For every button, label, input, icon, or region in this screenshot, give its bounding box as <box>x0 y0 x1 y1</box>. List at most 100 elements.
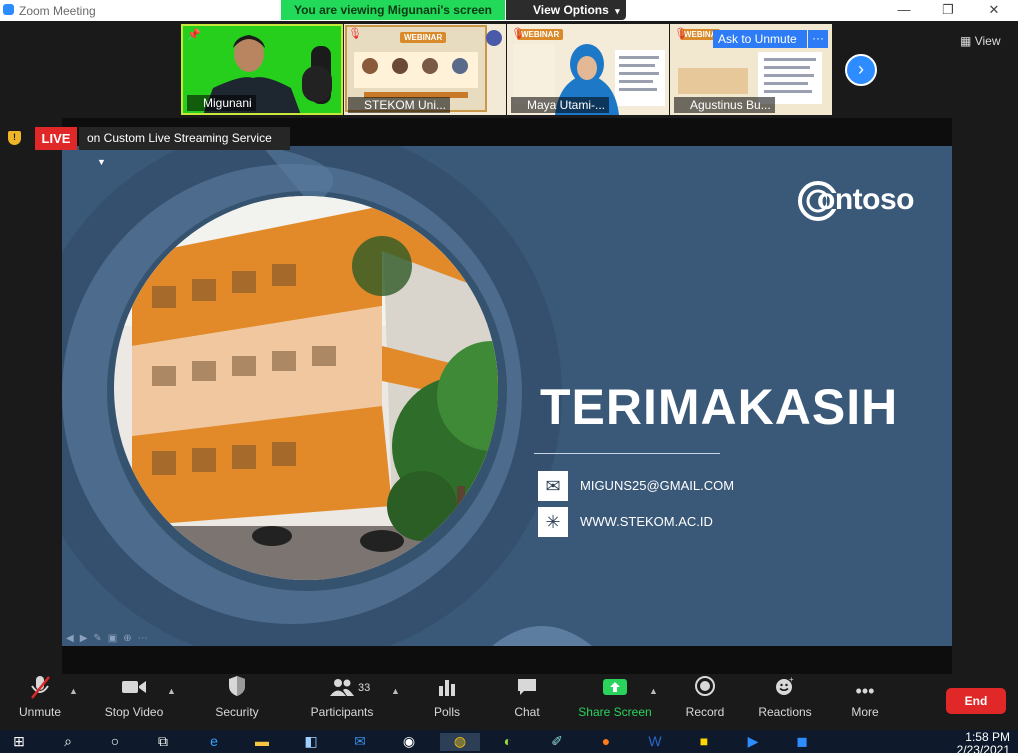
chevron-up-icon[interactable]: ▲ <box>649 686 658 696</box>
security-label: Security <box>215 705 259 719</box>
more-options-icon[interactable]: ··· <box>808 30 828 48</box>
task-view-icon[interactable]: ⧉ <box>152 733 174 751</box>
record-icon <box>682 674 728 704</box>
ellipsis-icon: ••• <box>855 681 875 701</box>
sticky-notes-icon[interactable]: ■ <box>693 733 715 751</box>
logo-text: ontoso <box>817 183 914 216</box>
bar-chart-icon <box>423 674 471 704</box>
restore-button[interactable]: ❐ <box>933 2 963 18</box>
minimize-button[interactable]: — <box>889 2 919 18</box>
unmute-button[interactable]: Unmute <box>10 674 70 730</box>
chevron-down-icon: ▼ <box>97 157 106 167</box>
slideshow-controls[interactable]: ◀▶✎▣⊕⋯ <box>66 633 154 644</box>
app-icon[interactable]: ✐ <box>546 733 568 751</box>
mail-icon: ✉ <box>538 471 568 501</box>
view-options-button[interactable]: View Options ▾ <box>506 0 626 20</box>
zoom-meeting-window: Zoom Meeting — ❐ ✕ You are viewing Migun… <box>0 0 1018 753</box>
chat-button[interactable]: Chat <box>505 674 549 730</box>
firefox-icon[interactable]: ● <box>595 733 617 751</box>
more-label: More <box>851 705 879 719</box>
search-icon[interactable]: ⌕ <box>57 733 79 751</box>
end-meeting-button[interactable]: End <box>946 688 1006 714</box>
participants-label: Participants <box>310 705 374 719</box>
email-text: MIGUNS25@GMAIL.COM <box>580 478 735 493</box>
smiley-icon: + <box>754 674 816 704</box>
contoso-logo: ontoso <box>797 179 927 223</box>
cortana-icon[interactable]: ○ <box>104 733 126 751</box>
app-icon[interactable]: ◐ <box>497 733 519 751</box>
chevron-down-icon: ▾ <box>615 6 620 16</box>
security-button[interactable]: Security <box>206 674 268 730</box>
ask-to-unmute-button[interactable]: Ask to Unmute <box>713 30 807 48</box>
stop-video-button[interactable]: Stop Video <box>100 674 168 730</box>
participant-tile[interactable]: WEBINAR 🎙 STEKOM Uni... <box>344 24 506 115</box>
live-badge: LIVE <box>35 127 77 150</box>
system-clock[interactable]: 1:58 PM 2/23/2021 <box>957 731 1010 753</box>
window-title: Zoom Meeting <box>19 4 96 18</box>
divider <box>534 453 720 454</box>
participant-tile[interactable]: WEBINAR 🎙 Maya Utami-... <box>507 24 669 115</box>
chevron-up-icon[interactable]: ▲ <box>391 686 400 696</box>
reactions-label: Reactions <box>758 705 812 719</box>
webinar-label: WEBINAR <box>400 32 447 43</box>
zoom-logo-icon <box>3 4 14 15</box>
view-label: View <box>974 34 1001 48</box>
polls-button[interactable]: Polls <box>423 674 471 730</box>
shield-icon <box>206 674 268 704</box>
video-app-icon[interactable]: ▶ <box>742 733 764 751</box>
live-service-label: on Custom Live Streaming Service <box>87 131 272 145</box>
view-button[interactable]: ▦ View <box>960 34 1000 48</box>
participant-tile[interactable]: 📌 Migunani <box>181 24 343 115</box>
chrome-icon[interactable]: ◍ <box>440 733 480 751</box>
chat-bubble-icon <box>505 674 549 704</box>
meeting-toolbar: Unmute ▲ Stop Video ▲ Security Participa… <box>0 674 1018 730</box>
clock-date: 2/23/2021 <box>956 743 1010 753</box>
close-button[interactable]: ✕ <box>979 2 1009 18</box>
video-camera-icon <box>100 674 168 704</box>
participant-name: Maya Utami-... <box>511 97 610 113</box>
mic-muted-icon: 🎙 <box>511 28 525 40</box>
network-icon: ✳ <box>538 507 568 537</box>
windows-taskbar: ⊞ ⌕ ○ ⧉ e ▬ ◧ ✉ ◉ ◍ ◐ ✐ ● W ■ ▶ ◼ 1:58 P… <box>0 730 1018 753</box>
next-page-arrow-icon[interactable]: › <box>845 54 877 86</box>
mic-muted-icon: 🎙 <box>674 28 688 40</box>
view-options-label: View Options <box>533 3 609 17</box>
live-service-dropdown[interactable]: on Custom Live Streaming Service ▼ <box>79 127 290 167</box>
mic-muted-icon: 🎙 <box>348 28 362 40</box>
store-icon[interactable]: ◧ <box>300 733 322 751</box>
letterbox-bottom <box>62 646 952 674</box>
zoom-app-icon[interactable]: ◼ <box>791 733 813 751</box>
more-button[interactable]: ••• More <box>843 674 887 730</box>
polls-label: Polls <box>433 705 460 719</box>
record-button[interactable]: Record <box>682 674 728 730</box>
participants-count: 33 <box>358 682 371 694</box>
reactions-button[interactable]: + Reactions <box>754 674 816 730</box>
slide-heading: TERIMAKASIH <box>540 379 899 435</box>
chevron-up-icon[interactable]: ▲ <box>69 686 78 696</box>
word-icon[interactable]: W <box>644 733 666 751</box>
stop-video-label: Stop Video <box>104 705 164 719</box>
file-explorer-icon[interactable]: ▬ <box>251 733 273 751</box>
edge-icon[interactable]: e <box>203 733 225 751</box>
shared-slide: ontoso TERIMAKASIH ✉ MIGUNS25@GMAIL.COM … <box>62 146 952 646</box>
participant-name: Agustinus Bu... <box>674 97 775 113</box>
svg-text:+: + <box>789 675 794 684</box>
participant-name: Migunani <box>187 95 256 111</box>
viewing-screen-banner: You are viewing Migunani's screen <box>281 0 505 20</box>
windows-start-icon[interactable]: ⊞ <box>8 733 30 751</box>
grid-icon: ▦ <box>960 34 972 48</box>
chat-label: Chat <box>514 705 540 719</box>
share-screen-icon <box>577 674 653 704</box>
website-text: WWW.STEKOM.AC.ID <box>580 514 713 529</box>
chevron-up-icon[interactable]: ▲ <box>167 686 176 696</box>
mic-muted-icon <box>10 674 70 704</box>
shield-icon[interactable]: ! <box>8 131 21 145</box>
participant-name: STEKOM Uni... <box>348 97 451 113</box>
share-screen-button[interactable]: Share Screen <box>577 674 653 730</box>
record-label: Record <box>685 705 725 719</box>
unmute-label: Unmute <box>18 705 62 719</box>
obs-icon[interactable]: ◉ <box>398 733 420 751</box>
share-screen-label: Share Screen <box>578 705 652 719</box>
mail-app-icon[interactable]: ✉ <box>349 733 371 751</box>
pin-icon: 📌 <box>187 29 201 41</box>
